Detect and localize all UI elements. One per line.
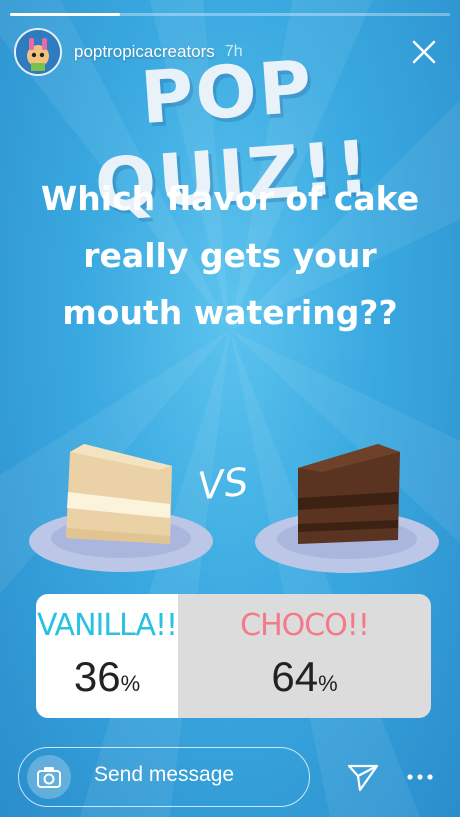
poll-option-choco[interactable]: CHOCO!! 64%: [178, 594, 431, 718]
question-line: mouth watering??: [62, 293, 398, 332]
poll-option-label: VANILLA!!: [36, 608, 178, 643]
poll-results: VANILLA!! 36% CHOCO!! 64%: [36, 594, 431, 718]
story-viewer: poptropicacreators 7h POP QUIZ!! Which f…: [0, 0, 460, 817]
more-icon[interactable]: [403, 760, 437, 794]
quiz-question: Which flavor of cake really gets your mo…: [20, 170, 440, 341]
send-message-field[interactable]: Send message: [18, 747, 310, 807]
poll-option-vanilla[interactable]: VANILLA!! 36%: [36, 594, 178, 718]
question-line: Which flavor of cake: [40, 179, 420, 218]
question-line: really gets your: [83, 236, 377, 275]
send-icon[interactable]: [346, 760, 380, 794]
vanilla-cake-image: [29, 444, 213, 572]
story-progress-bar: [10, 13, 450, 16]
poll-option-label: CHOCO!!: [240, 608, 370, 643]
poll-option-percent: 36%: [73, 653, 141, 700]
camera-icon[interactable]: [27, 755, 71, 799]
chocolate-cake-image: [255, 444, 439, 573]
versus-label: VS: [195, 459, 251, 509]
story-progress-fill: [10, 13, 120, 16]
poll-option-percent: 64%: [271, 653, 338, 700]
send-message-placeholder: Send message: [94, 763, 235, 786]
